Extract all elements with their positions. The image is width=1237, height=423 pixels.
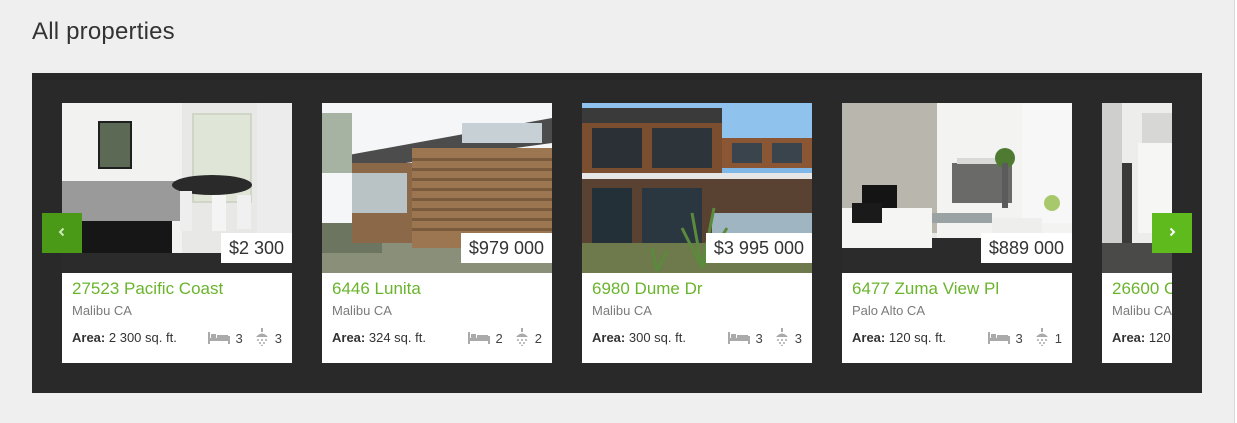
baths-count: 2 — [534, 331, 542, 346]
area-label: Area: — [1112, 330, 1146, 345]
baths-count: 3 — [794, 331, 802, 346]
property-card[interactable]: $889 000 6477 Zuma View Pl Palo Alto CA … — [842, 103, 1072, 363]
property-photo[interactable]: $2 300 — [62, 103, 292, 273]
area-value: 2 300 sq. ft. — [108, 330, 177, 345]
property-meta: Area: 120 sq. ft. — [1112, 330, 1172, 345]
area-value: 324 sq. ft. — [368, 330, 426, 345]
beds-count: 3 — [235, 331, 243, 346]
property-city: Malibu CA — [332, 303, 392, 318]
property-photo[interactable]: $979 000 — [322, 103, 552, 273]
area-label: Area: — [592, 330, 626, 345]
chevron-left-icon — [57, 224, 67, 242]
property-card[interactable]: $3 995 000 6980 Dume Dr Malibu CA Area: … — [582, 103, 812, 363]
shower-icon — [255, 328, 269, 349]
area-value: 120 sq. ft. — [888, 330, 946, 345]
amenities: 3 3 — [207, 328, 282, 349]
carousel-viewport: $2 300 27523 Pacific Coast Malibu CA Are… — [62, 103, 1172, 363]
bed-icon — [467, 330, 490, 347]
carousel-prev-button[interactable] — [42, 213, 82, 253]
property-photo[interactable]: $3 995 000 — [582, 103, 812, 273]
property-city: Malibu CA — [72, 303, 132, 318]
area-label: Area: — [72, 330, 106, 345]
shower-icon — [515, 328, 529, 349]
beds-count: 2 — [495, 331, 503, 346]
property-title-link[interactable]: 6477 Zuma View Pl — [852, 279, 999, 299]
property-meta: Area: 120 sq. ft. 3 1 — [852, 328, 1062, 347]
beds-count: 3 — [1015, 331, 1023, 346]
property-title-link[interactable]: 6446 Lunita — [332, 279, 421, 299]
beds-count: 3 — [755, 331, 763, 346]
price-tag: $979 000 — [460, 233, 552, 263]
bed-icon — [727, 330, 750, 347]
property-title-link[interactable]: 6980 Dume Dr — [592, 279, 703, 299]
property-meta: Area: 300 sq. ft. 3 3 — [592, 328, 802, 347]
property-title-link[interactable]: 26600 Ocean — [1112, 279, 1172, 299]
price-tag: $3 995 000 — [705, 233, 812, 263]
area-value: 120 sq. ft. — [1148, 330, 1172, 345]
bed-icon — [207, 330, 230, 347]
amenities: 3 3 — [727, 328, 802, 349]
property-city: Palo Alto CA — [852, 303, 925, 318]
area-label: Area: — [332, 330, 366, 345]
area-label: Area: — [852, 330, 886, 345]
price-tag: $2 300 — [220, 233, 292, 263]
property-meta: Area: 324 sq. ft. 2 2 — [332, 328, 542, 347]
bed-icon — [987, 330, 1010, 347]
property-card[interactable]: $979 000 6446 Lunita Malibu CA Area: 324… — [322, 103, 552, 363]
shower-icon — [775, 328, 789, 349]
amenities: 2 2 — [467, 328, 542, 349]
property-city: Malibu CA — [592, 303, 652, 318]
area-value: 300 sq. ft. — [628, 330, 686, 345]
property-photo[interactable]: $889 000 — [842, 103, 1072, 273]
baths-count: 3 — [274, 331, 282, 346]
chevron-right-icon — [1167, 224, 1177, 242]
amenities: 3 1 — [987, 328, 1062, 349]
property-city: Malibu CA — [1112, 303, 1172, 318]
page-title: All properties — [32, 18, 175, 45]
property-meta: Area: 2 300 sq. ft. 3 3 — [72, 328, 282, 347]
property-title-link[interactable]: 27523 Pacific Coast — [72, 279, 223, 299]
properties-carousel: $2 300 27523 Pacific Coast Malibu CA Are… — [32, 73, 1202, 393]
shower-icon — [1035, 328, 1049, 349]
carousel-next-button[interactable] — [1152, 213, 1192, 253]
baths-count: 1 — [1054, 331, 1062, 346]
property-card[interactable]: $2 300 27523 Pacific Coast Malibu CA Are… — [62, 103, 292, 363]
price-tag: $889 000 — [980, 233, 1072, 263]
